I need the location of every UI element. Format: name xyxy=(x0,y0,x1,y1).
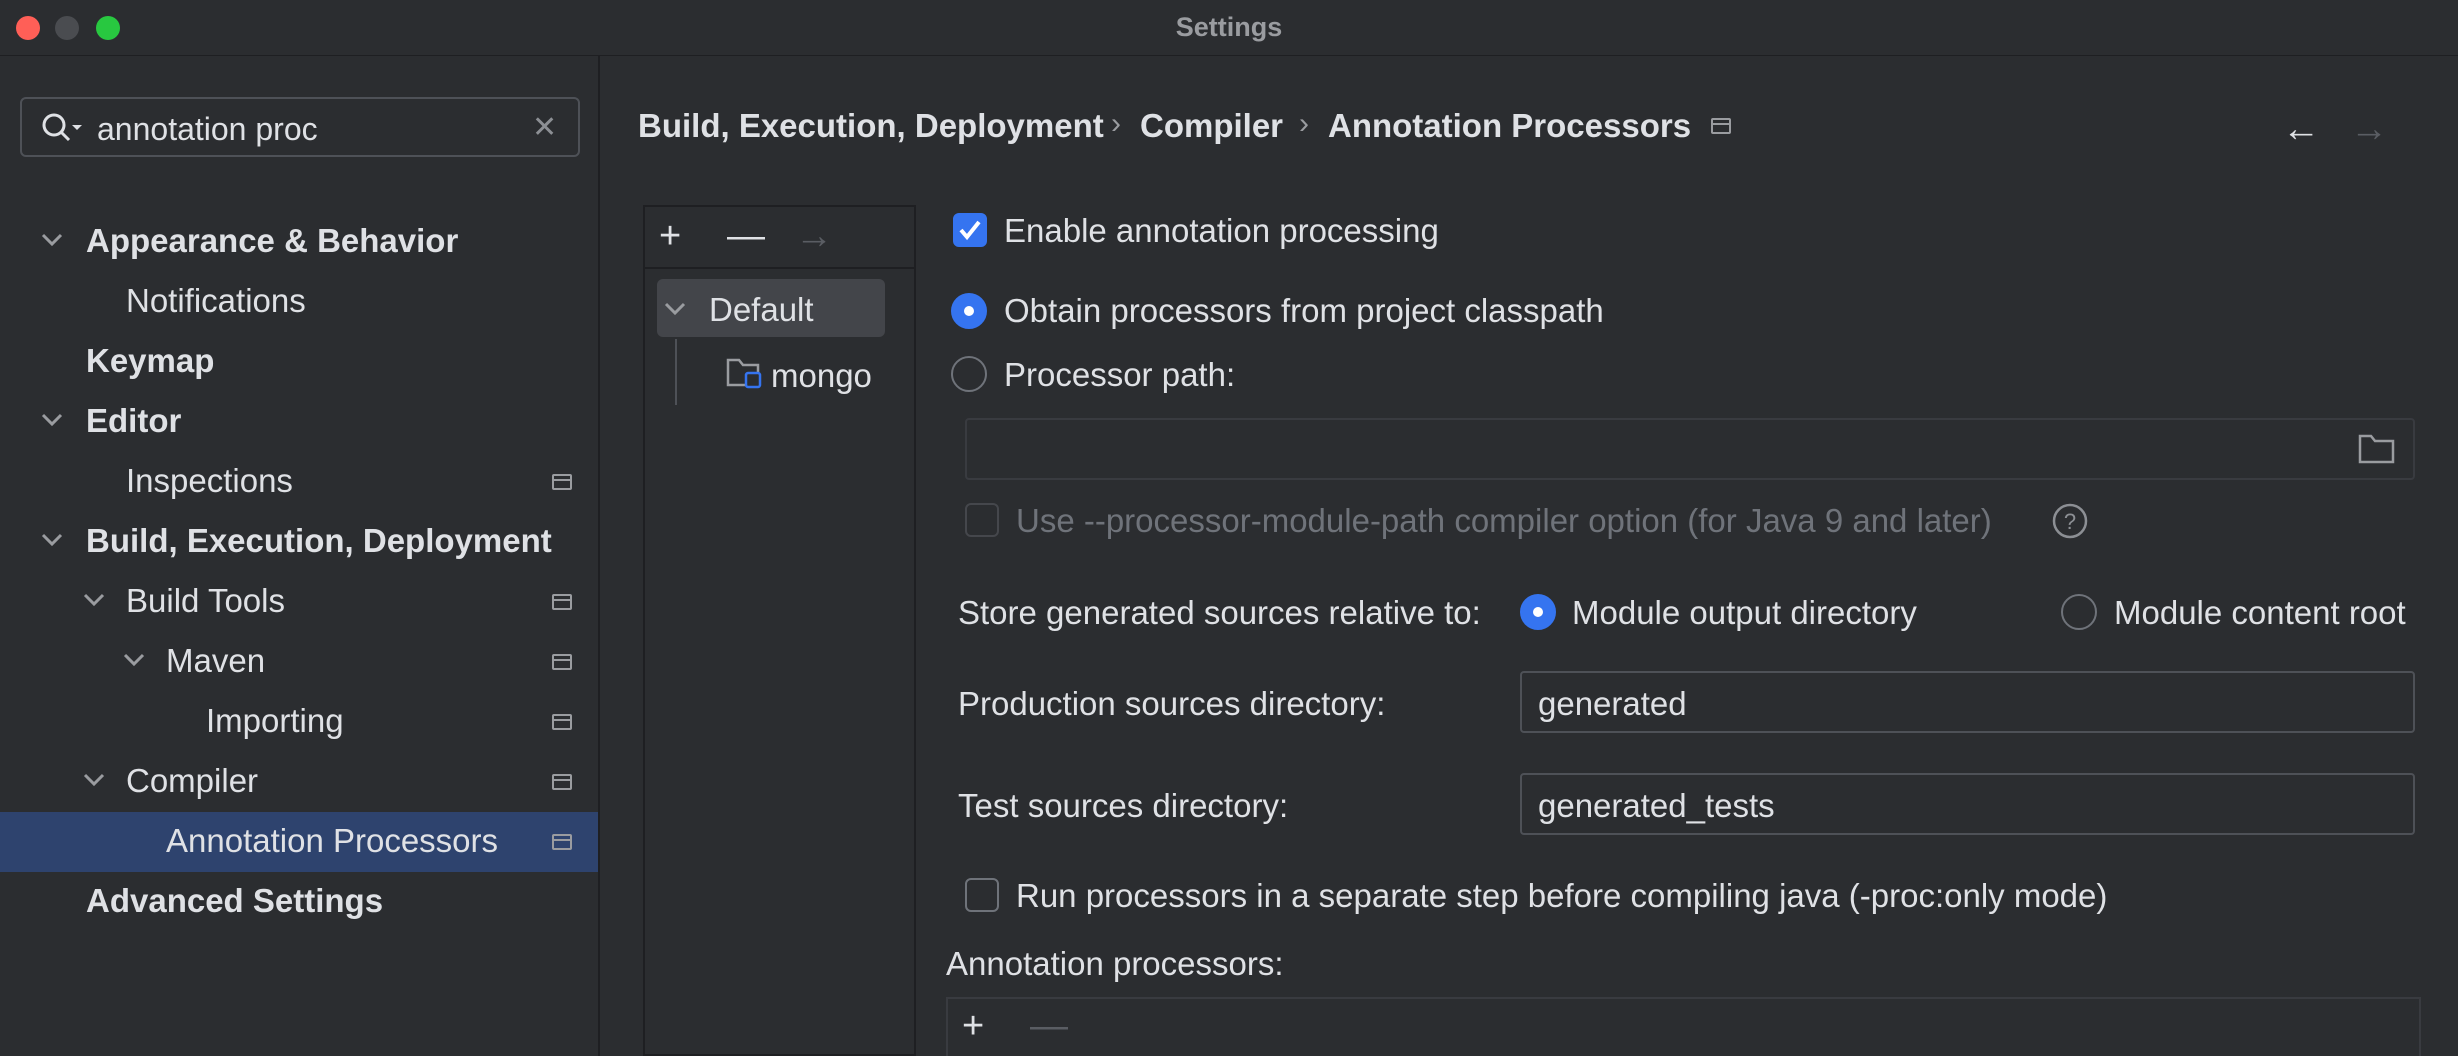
sidebar-item-label: Compiler xyxy=(126,762,259,799)
chevron-down-icon[interactable] xyxy=(40,232,64,248)
processor-module-path-label: Use --processor-module-path compiler opt… xyxy=(1016,502,1992,539)
sidebar-item-label: Appearance & Behavior xyxy=(86,222,459,259)
store-generated-label: Store generated sources relative to: xyxy=(958,594,1481,631)
sidebar-item-keymap[interactable]: Keymap xyxy=(0,332,598,392)
chevron-down-icon[interactable] xyxy=(122,652,146,668)
project-settings-icon xyxy=(552,654,572,670)
processor-path-label: Processor path: xyxy=(1004,356,1236,393)
search-field[interactable]: annotation proc ✕ xyxy=(20,97,580,157)
module-mongo-label: mongo xyxy=(771,357,872,394)
sidebar-item-label: Notifications xyxy=(126,282,306,319)
sidebar-item-label: Keymap xyxy=(86,342,215,379)
run-separate-step-label: Run processors in a separate step before… xyxy=(1016,877,2108,914)
project-settings-icon xyxy=(552,834,572,850)
sidebar-item-label: Inspections xyxy=(126,462,293,499)
project-settings-icon xyxy=(1711,118,1731,134)
chevron-down-icon[interactable] xyxy=(40,412,64,428)
sidebar-item-annotation-processors[interactable]: Annotation Processors xyxy=(0,812,598,872)
obtain-from-classpath-radio[interactable] xyxy=(951,293,987,329)
profile-default-label: Default xyxy=(709,291,814,328)
production-sources-field[interactable]: generated xyxy=(1520,671,2415,733)
forward-arrow-icon[interactable]: → xyxy=(2350,110,2388,148)
test-sources-field[interactable]: generated_tests xyxy=(1520,773,2415,835)
sidebar-item-notifications[interactable]: Notifications xyxy=(0,272,598,332)
sidebar-item-build-execution-deployment[interactable]: Build, Execution, Deployment xyxy=(0,512,598,572)
sidebar-item-inspections[interactable]: Inspections xyxy=(0,452,598,512)
module-content-root-radio[interactable] xyxy=(2061,594,2097,630)
profile-default[interactable]: Default xyxy=(657,279,885,337)
move-profile-icon[interactable]: → xyxy=(795,217,833,255)
production-sources-input[interactable]: generated xyxy=(1538,685,1687,723)
checkmark-icon xyxy=(959,220,981,241)
processor-module-path-checkbox[interactable] xyxy=(965,503,999,537)
sidebar-item-importing[interactable]: Importing xyxy=(0,692,598,752)
sidebar-item-appearance-behavior[interactable]: Appearance & Behavior xyxy=(0,212,598,272)
module-folder-icon xyxy=(726,358,762,389)
module-output-label: Module output directory xyxy=(1572,594,1917,631)
back-arrow-icon[interactable]: ← xyxy=(2282,110,2320,148)
sidebar-item-label: Advanced Settings xyxy=(86,882,384,919)
sidebar-item-build-tools[interactable]: Build Tools xyxy=(0,572,598,632)
project-settings-icon xyxy=(552,474,572,490)
profiles-panel: + — → Default mongo xyxy=(643,205,916,1056)
chevron-down-icon[interactable] xyxy=(663,301,687,317)
clear-search-icon[interactable]: ✕ xyxy=(532,113,557,143)
project-settings-icon xyxy=(552,714,572,730)
add-profile-icon[interactable]: + xyxy=(659,217,681,255)
sidebar-item-label: Maven xyxy=(166,642,266,679)
page-title: Annotation Processors xyxy=(1328,107,1692,144)
title-bar: Settings xyxy=(0,0,2458,56)
breadcrumb-separator: › xyxy=(1299,107,1309,140)
breadcrumb-compiler[interactable]: Compiler xyxy=(1140,107,1283,145)
enable-annotation-processing-label: Enable annotation processing xyxy=(1004,212,1439,249)
project-settings-icon xyxy=(552,774,572,790)
annotation-processors-table: + — xyxy=(946,997,2421,1056)
chevron-down-icon[interactable] xyxy=(82,772,106,788)
sidebar-item-label: Editor xyxy=(86,402,182,439)
add-processor-icon[interactable]: + xyxy=(962,1007,984,1045)
tree-guide-line xyxy=(675,339,677,405)
help-icon[interactable]: ? xyxy=(2051,502,2089,540)
window-title: Settings xyxy=(1175,12,1283,42)
run-separate-step-checkbox[interactable] xyxy=(965,878,999,912)
breadcrumb-build-execution-deployment[interactable]: Build, Execution, Deployment xyxy=(638,107,1104,145)
production-sources-label: Production sources directory: xyxy=(958,685,1386,722)
annotation-processors-label: Annotation processors: xyxy=(946,945,1284,982)
profile-module-mongo[interactable]: mongo xyxy=(725,347,925,401)
processor-path-field[interactable] xyxy=(965,418,2415,480)
obtain-from-classpath-label: Obtain processors from project classpath xyxy=(1004,292,1604,329)
chevron-down-icon[interactable] xyxy=(40,532,64,548)
test-sources-input[interactable]: generated_tests xyxy=(1538,787,1775,825)
svg-text:?: ? xyxy=(2064,509,2076,534)
remove-profile-icon[interactable]: — xyxy=(727,217,765,255)
sidebar-item-editor[interactable]: Editor xyxy=(0,392,598,452)
sidebar-item-label: Annotation Processors xyxy=(166,822,499,859)
chevron-down-icon[interactable] xyxy=(82,592,106,608)
breadcrumb-separator: › xyxy=(1111,107,1121,140)
sidebar-item-label: Build, Execution, Deployment xyxy=(86,522,552,559)
search-icon xyxy=(42,113,82,142)
remove-processor-icon[interactable]: — xyxy=(1030,1007,1068,1045)
search-input[interactable]: annotation proc xyxy=(97,111,318,148)
folder-icon[interactable] xyxy=(2357,432,2397,466)
settings-sidebar: annotation proc ✕ Appearance & Behavior … xyxy=(0,56,600,1056)
sidebar-item-label: Build Tools xyxy=(126,582,285,619)
sidebar-item-label: Importing xyxy=(206,702,344,739)
sidebar-item-maven[interactable]: Maven xyxy=(0,632,598,692)
project-settings-icon xyxy=(552,594,572,610)
profiles-toolbar: + — → xyxy=(645,207,914,269)
enable-annotation-processing-checkbox[interactable] xyxy=(953,213,987,247)
module-content-root-label: Module content root xyxy=(2114,594,2406,631)
processor-path-radio[interactable] xyxy=(951,356,987,392)
test-sources-label: Test sources directory: xyxy=(958,787,1289,824)
module-output-radio[interactable] xyxy=(1520,594,1556,630)
sidebar-item-compiler[interactable]: Compiler xyxy=(0,752,598,812)
sidebar-item-advanced-settings[interactable]: Advanced Settings xyxy=(0,872,598,932)
